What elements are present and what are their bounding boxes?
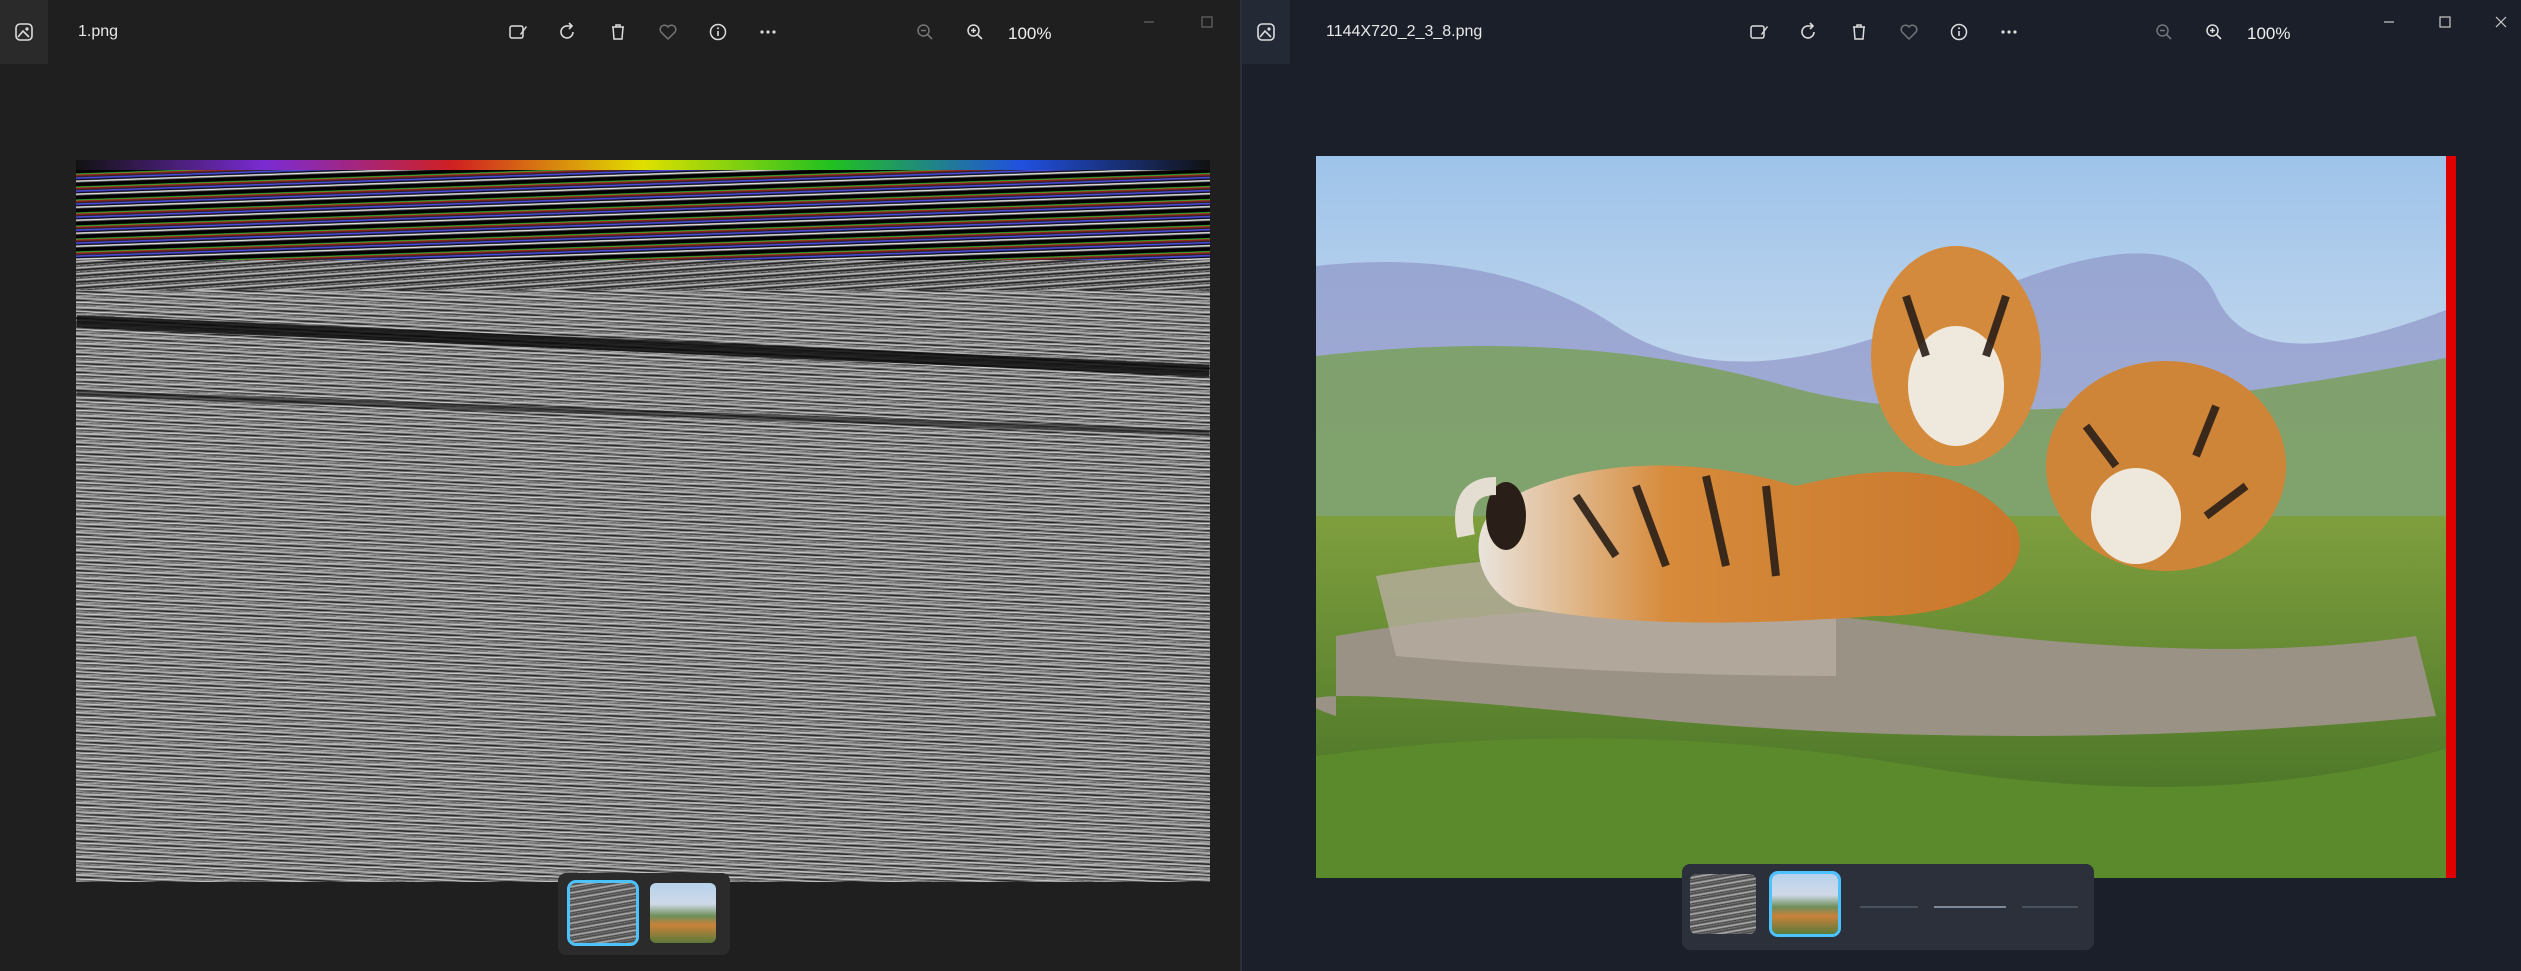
rotate-icon[interactable] xyxy=(1793,16,1825,48)
heart-icon[interactable] xyxy=(652,16,684,48)
photos-window-right: 1144X720_2_3_8.png 100% xyxy=(1240,0,2521,971)
thumbnail-tiger[interactable] xyxy=(650,883,716,943)
more-icon[interactable] xyxy=(1993,16,2025,48)
minimize-button[interactable] xyxy=(1132,8,1166,36)
thumbnail-placeholder xyxy=(1860,906,1918,908)
info-icon[interactable] xyxy=(1943,16,1975,48)
thumbnail-noise[interactable] xyxy=(1690,874,1756,934)
zoom-out-icon[interactable] xyxy=(909,16,941,48)
zoom-level[interactable]: 100% xyxy=(1008,24,1051,44)
noise-image xyxy=(76,160,1210,882)
title-bar: 1144X720_2_3_8.png 100% xyxy=(1242,0,2521,64)
noise-band xyxy=(76,260,1210,290)
file-name: 1.png xyxy=(78,23,119,40)
zoom-in-icon[interactable] xyxy=(2198,16,2230,48)
noise-band xyxy=(76,315,1210,377)
delete-icon[interactable] xyxy=(1843,16,1875,48)
thumbnail-noise[interactable] xyxy=(567,880,639,946)
file-name: 1144X720_2_3_8.png xyxy=(1326,23,1483,40)
tiger-image xyxy=(1316,156,2456,878)
more-icon[interactable] xyxy=(752,16,784,48)
filmstrip xyxy=(558,873,730,955)
delete-icon[interactable] xyxy=(602,16,634,48)
photos-window-left: 1.png 100% xyxy=(0,0,1240,971)
zoom-in-icon[interactable] xyxy=(959,16,991,48)
thumbnail-placeholder xyxy=(1934,906,2006,908)
photos-app-icon[interactable] xyxy=(0,0,48,64)
photos-app-icon[interactable] xyxy=(1242,0,1290,64)
maximize-button[interactable] xyxy=(2428,8,2462,36)
title-bar: 1.png 100% xyxy=(0,0,1240,64)
maximize-button[interactable] xyxy=(1190,8,1224,36)
noise-band xyxy=(76,390,1210,436)
info-icon[interactable] xyxy=(702,16,734,48)
zoom-out-icon[interactable] xyxy=(2148,16,2180,48)
heart-icon[interactable] xyxy=(1893,16,1925,48)
red-edge-bar xyxy=(2446,156,2456,878)
thumbnail-tiger[interactable] xyxy=(1769,871,1841,937)
noise-band xyxy=(76,170,1210,260)
thumbnail-placeholder xyxy=(2022,906,2078,908)
filmstrip xyxy=(1682,864,2094,950)
noise-band xyxy=(76,160,1210,170)
minimize-button[interactable] xyxy=(2372,8,2406,36)
rotate-icon[interactable] xyxy=(552,16,584,48)
tiger-illustration xyxy=(1316,156,2456,878)
close-button[interactable] xyxy=(2484,8,2518,36)
edit-image-icon[interactable] xyxy=(502,16,534,48)
edit-image-icon[interactable] xyxy=(1743,16,1775,48)
zoom-level[interactable]: 100% xyxy=(2247,24,2290,44)
